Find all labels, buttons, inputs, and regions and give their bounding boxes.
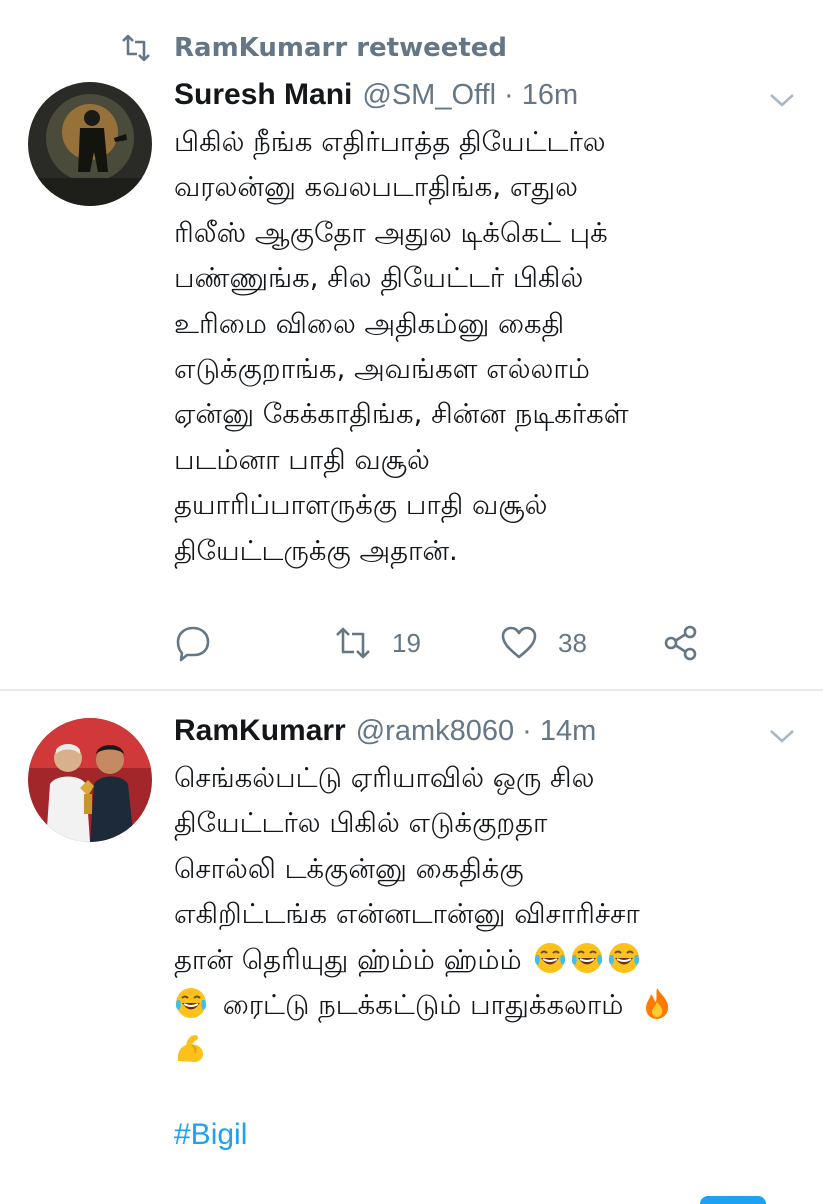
tweet-text-line: தயாரிப்பாளருக்கு பாதி வசூல் bbox=[174, 489, 548, 522]
timestamp[interactable]: 14m bbox=[540, 715, 596, 748]
tweet-text-line: பிகில் நீங்க எதிர்பாத்த தியேட்டர்ல bbox=[174, 126, 606, 158]
tweet-text-line: வரலன்னு கவலபடாதிங்க, எதுல bbox=[174, 171, 578, 204]
retweet-count: 19 bbox=[392, 627, 421, 658]
tweet-header: RamKumarr @ramk8060 · 14m bbox=[174, 714, 596, 748]
tweet-actions: 19 38 bbox=[174, 624, 734, 668]
tweet-text-line: தியேட்டர்ல பிகில் எடுக்குறதா bbox=[174, 807, 548, 840]
avatar[interactable] bbox=[28, 82, 152, 206]
like-button[interactable]: 38 bbox=[500, 624, 587, 662]
tweet-text-line: தான் தெரியுது ஹ்ம்ம் ஹ்ம்ம் bbox=[174, 938, 794, 983]
avatar[interactable] bbox=[28, 718, 152, 842]
fire-emoji bbox=[646, 987, 669, 1019]
tweet-text-line: ரைட்டு நடக்கட்டும் பாதுக்கலாம் bbox=[174, 983, 794, 1028]
user-handle[interactable]: @ramk8060 bbox=[356, 715, 514, 748]
tears-of-joy-emoji bbox=[174, 986, 208, 1019]
separator-dot: · bbox=[522, 715, 532, 747]
share-button[interactable] bbox=[662, 624, 700, 662]
chevron-down-icon[interactable] bbox=[769, 728, 795, 744]
tweet-suresh[interactable]: Suresh Mani @SM_Offl · 16m பிகில் நீங்க … bbox=[0, 0, 823, 690]
compose-button[interactable] bbox=[700, 1196, 766, 1204]
tweet-text-line: எகிறிட்டங்க என்னடான்னு விசாரிச்சா bbox=[174, 898, 640, 931]
tweet-text-line: உரிமை விலை அதிகம்னு கைதி bbox=[174, 307, 565, 340]
display-name[interactable]: RamKumarr bbox=[174, 714, 346, 748]
tweet-text-line: எடுக்குறாங்க, அவங்கள எல்லாம் bbox=[174, 352, 590, 385]
like-count: 38 bbox=[558, 627, 587, 658]
reply-button[interactable] bbox=[174, 624, 212, 662]
tweet-text-line: தியேட்டருக்கு அதான். bbox=[174, 534, 458, 567]
tweet-text-line: ஏன்னு கேக்காதிங்க, சின்ன நடிகர்கள் bbox=[174, 398, 629, 431]
tweet-text-line: பண்ணுங்க, சில தியேட்டர் பிகில் bbox=[174, 262, 584, 295]
reply-icon bbox=[176, 626, 210, 662]
chevron-down-icon[interactable] bbox=[769, 92, 795, 108]
tweet-ramkumarr[interactable]: RamKumarr @ramk8060 · 14m செங்கல்பட்டு ஏ… bbox=[0, 690, 823, 1204]
hashtag-link[interactable]: #Bigil bbox=[174, 1118, 247, 1152]
tweet-text: பிகில் நீங்க எதிர்பாத்த தியேட்டர்ல வரலன்… bbox=[174, 120, 794, 574]
tears-of-joy-emoji bbox=[608, 941, 641, 974]
tweet-text-line: செங்கல்பட்டு ஏரியாவில் ஒரு சில bbox=[174, 762, 595, 794]
timestamp[interactable]: 16m bbox=[522, 79, 578, 112]
display-name[interactable]: Suresh Mani bbox=[174, 78, 352, 112]
tweet-text-line bbox=[174, 1028, 794, 1073]
tears-of-joy-emoji bbox=[571, 941, 604, 974]
tweet-text-line: சொல்லி டக்குன்னு கைதிக்கு bbox=[174, 852, 524, 885]
user-handle[interactable]: @SM_Offl bbox=[362, 79, 496, 112]
separator-dot: · bbox=[504, 79, 514, 111]
heart-icon bbox=[501, 626, 537, 659]
tweet-text-segment: தான் தெரியுது ஹ்ம்ம் ஹ்ம்ம் bbox=[174, 943, 522, 976]
retweet-icon bbox=[336, 627, 370, 659]
share-icon bbox=[664, 625, 697, 661]
tweet-text: செங்கல்பட்டு ஏரியாவில் ஒரு சில தியேட்டர்… bbox=[174, 756, 794, 1074]
tweet-text-segment: ரைட்டு நடக்கட்டும் பாதுக்கலாம் bbox=[222, 988, 624, 1021]
tweet-header: Suresh Mani @SM_Offl · 16m bbox=[174, 78, 578, 112]
tweet-text-line: படம்னா பாதி வசூல் bbox=[174, 443, 430, 476]
tweet-text-line: ரிலீஸ் ஆகுதோ அதுல டிக்கெட் புக் bbox=[174, 216, 608, 249]
retweet-button[interactable]: 19 bbox=[334, 624, 421, 662]
tears-of-joy-emoji bbox=[534, 941, 567, 974]
flexed-biceps-emoji bbox=[176, 1034, 205, 1064]
